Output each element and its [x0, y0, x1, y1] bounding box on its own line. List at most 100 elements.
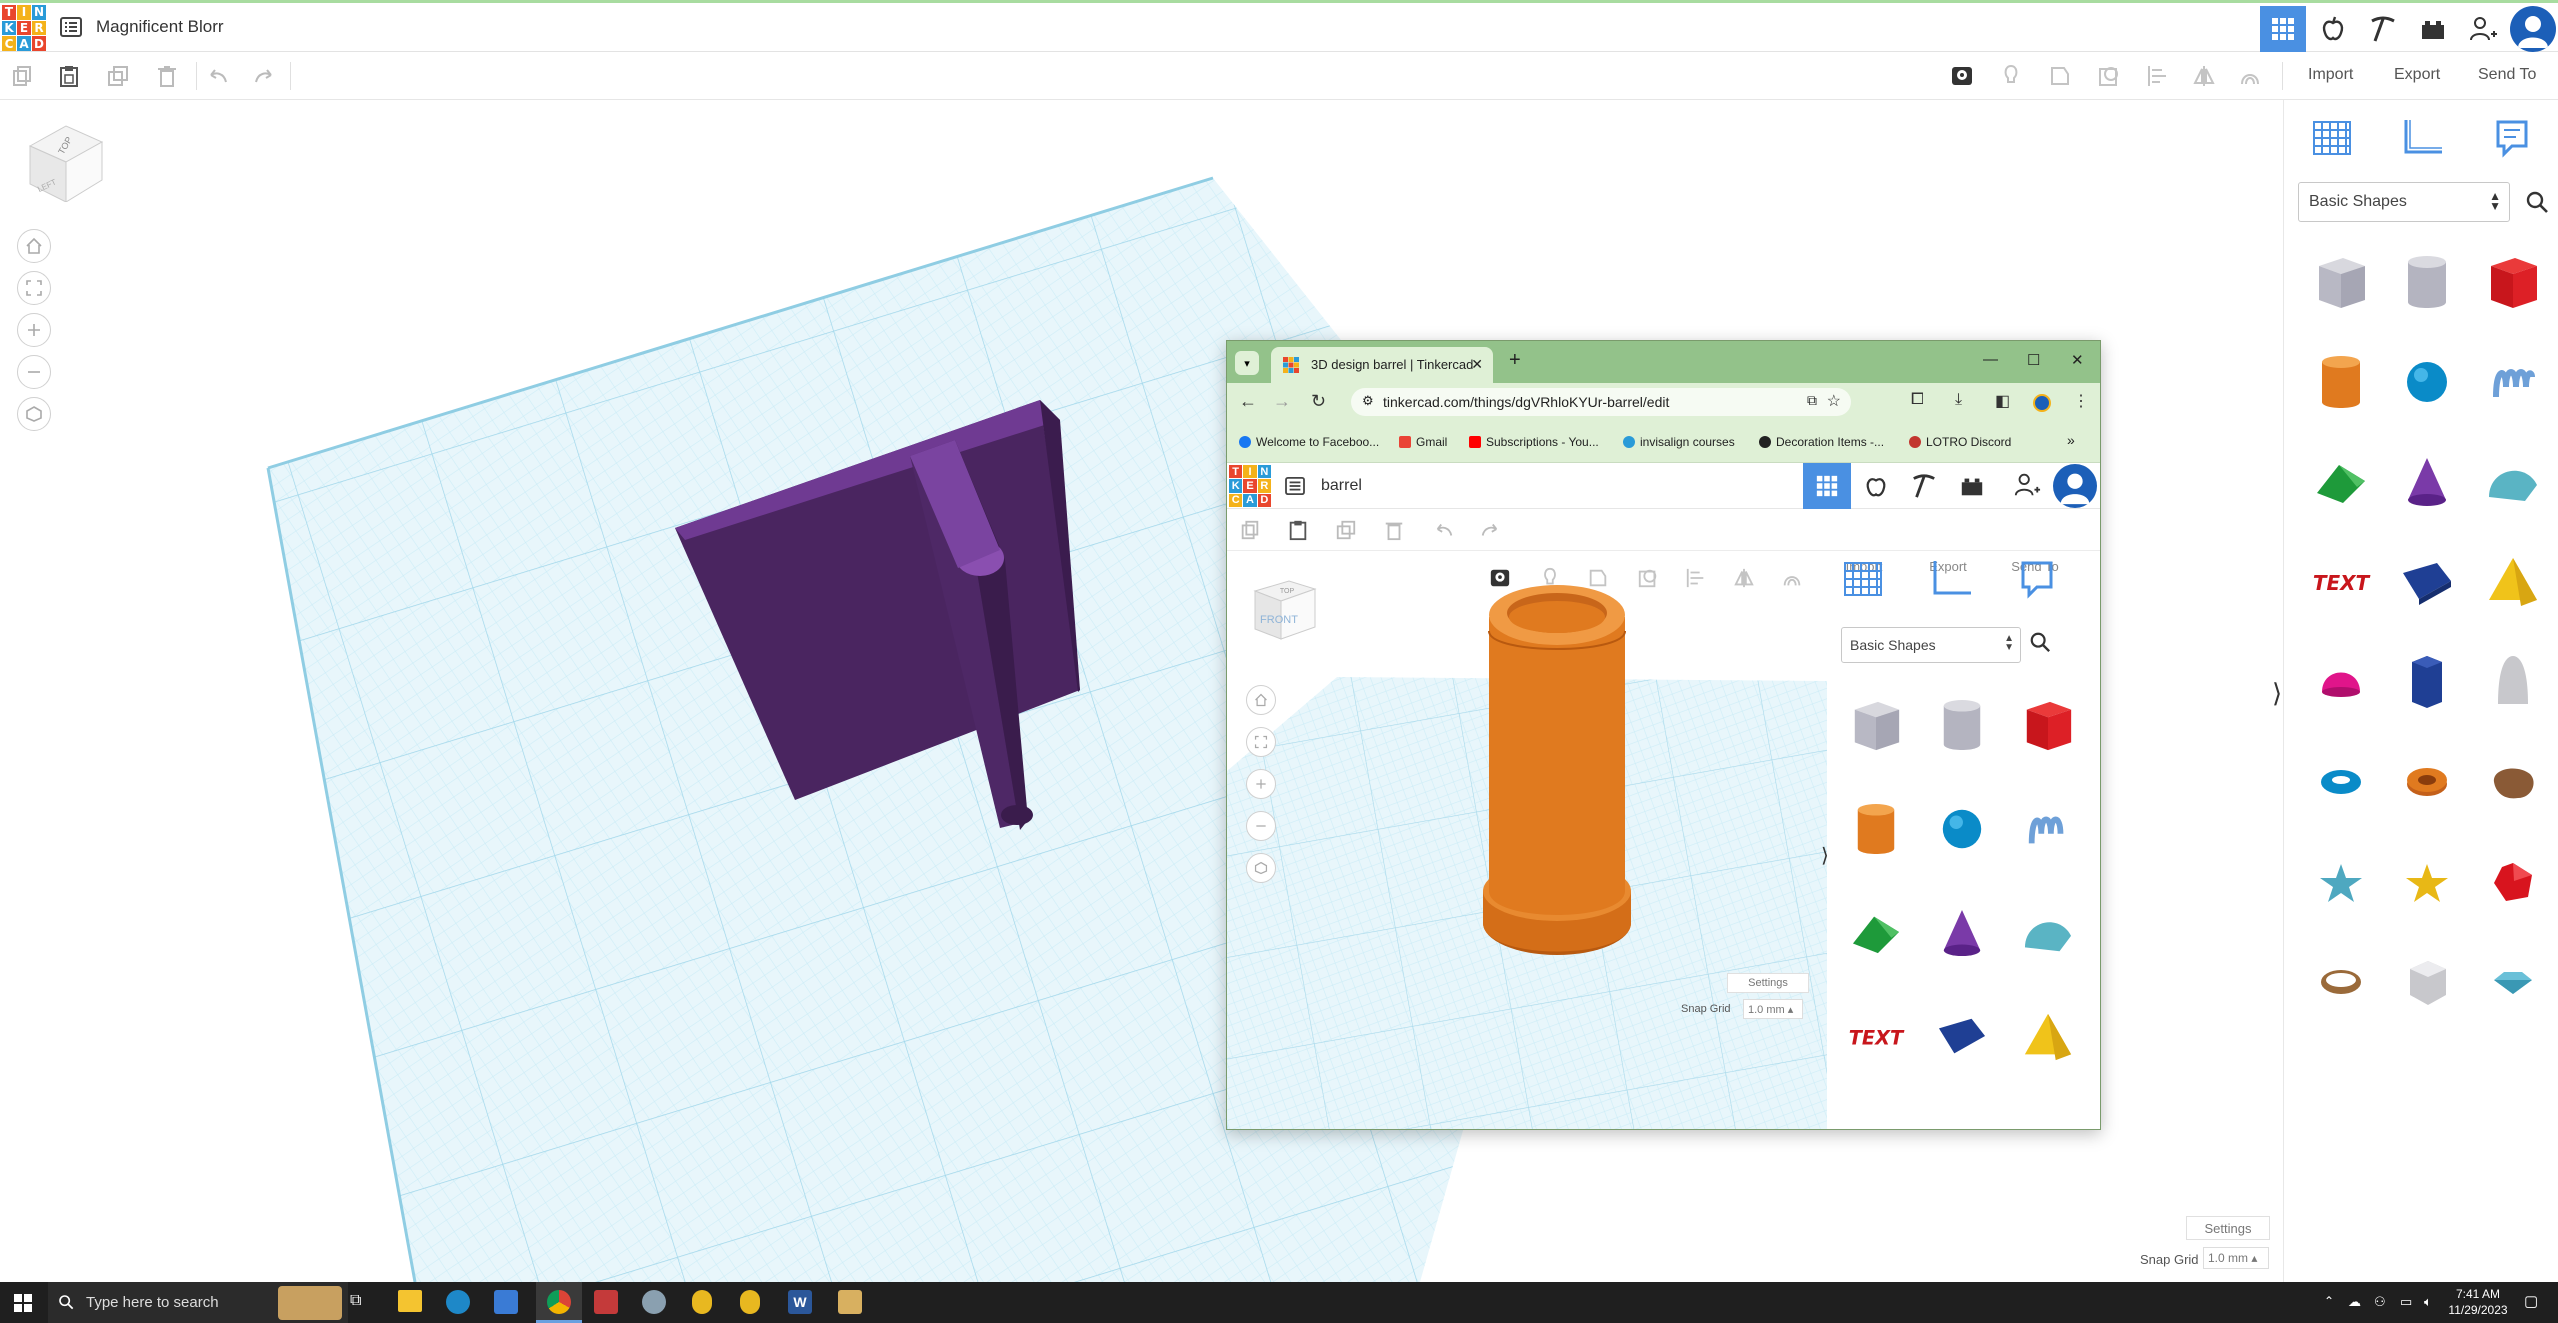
- app-icon-3[interactable]: [692, 1290, 712, 1314]
- shape-sphere[interactable]: [2384, 332, 2470, 432]
- bricks-button[interactable]: [2410, 6, 2456, 52]
- shape-scribble[interactable]: [2470, 332, 2556, 432]
- new-tab-icon[interactable]: +: [1509, 349, 1521, 372]
- export-button[interactable]: Export: [2394, 66, 2440, 84]
- note-icon[interactable]: [1950, 64, 1974, 88]
- embedded-ruler-icon[interactable]: [1929, 559, 1973, 599]
- bookmark-facebook[interactable]: Welcome to Faceboo...: [1239, 435, 1379, 449]
- shape-outline-icon[interactable]: [2048, 64, 2072, 88]
- embedded-perspective-button[interactable]: [1246, 853, 1276, 883]
- embedded-shape-text[interactable]: TEXT: [1833, 985, 1919, 1089]
- embedded-redo-icon[interactable]: [1479, 519, 1501, 541]
- shape-ring[interactable]: [2298, 932, 2384, 1032]
- embedded-home-view-button[interactable]: [1246, 685, 1276, 715]
- tinkercad-logo[interactable]: TIN KER CAD: [2, 5, 46, 51]
- shape-star-gold[interactable]: [2384, 832, 2470, 932]
- embedded-light-bulb-icon[interactable]: [1539, 567, 1561, 589]
- windows-start-icon[interactable]: [14, 1294, 32, 1312]
- embedded-search-icon[interactable]: [2029, 631, 2051, 653]
- shape-organic[interactable]: [2470, 732, 2556, 832]
- shape-pyramid[interactable]: [2470, 532, 2556, 632]
- embedded-align-icon[interactable]: [1685, 567, 1707, 589]
- shape-tube[interactable]: [2384, 732, 2470, 832]
- embedded-delete-icon[interactable]: [1383, 519, 1405, 541]
- extensions-icon[interactable]: ⧠: [1911, 391, 1924, 409]
- shape-cylinder[interactable]: [2298, 332, 2384, 432]
- paste-icon[interactable]: [57, 64, 81, 88]
- embedded-shape-library-select[interactable]: Basic Shapes ▲ ▼: [1841, 627, 2021, 663]
- embedded-shape-box-hole[interactable]: [1833, 673, 1919, 777]
- redo-icon[interactable]: [252, 64, 276, 88]
- embedded-design-list-icon[interactable]: [1285, 477, 1305, 495]
- bookmark-gmail[interactable]: Gmail: [1399, 435, 1447, 449]
- file-explorer-icon[interactable]: [398, 1290, 422, 1312]
- import-button[interactable]: Import: [2308, 66, 2353, 84]
- task-view-icon[interactable]: ⧉: [350, 1292, 361, 1310]
- zoom-in-button[interactable]: [17, 313, 51, 347]
- embedded-cruise-icon[interactable]: [1781, 567, 1803, 589]
- embedded-shape-cone[interactable]: [1919, 881, 2005, 985]
- embedded-duplicate-icon[interactable]: [1335, 519, 1357, 541]
- duplicate-icon[interactable]: [106, 64, 130, 88]
- browser-tab[interactable]: 3D design barrel | Tinkercad ✕: [1271, 347, 1493, 383]
- chrome-taskbar-button[interactable]: [536, 1282, 582, 1323]
- embedded-shape-pyramid[interactable]: [2005, 985, 2091, 1089]
- embedded-3d-view-button[interactable]: [1803, 463, 1851, 509]
- send-to-button[interactable]: Send To: [2478, 66, 2536, 84]
- embedded-user-avatar[interactable]: [2053, 464, 2097, 508]
- shape-search-button[interactable]: [2518, 182, 2556, 222]
- 3d-view-button[interactable]: [2260, 6, 2306, 52]
- shape-cylinder-hole[interactable]: [2384, 232, 2470, 332]
- embedded-shape-cylinder[interactable]: [1833, 777, 1919, 881]
- minimize-icon[interactable]: —: [1983, 351, 1998, 368]
- maximize-icon[interactable]: ☐: [2027, 351, 2040, 369]
- fit-view-button[interactable]: [17, 271, 51, 305]
- word-icon[interactable]: W: [788, 1290, 812, 1314]
- undo-icon[interactable]: [206, 64, 230, 88]
- light-bulb-icon[interactable]: [1999, 64, 2023, 88]
- embedded-workplane-icon[interactable]: [1841, 559, 1885, 599]
- tab-search-icon[interactable]: ▾: [1235, 351, 1259, 375]
- shape-hexagonal-prism[interactable]: [2384, 632, 2470, 732]
- invite-user-button[interactable]: [2460, 6, 2506, 52]
- embedded-settings-button[interactable]: Settings: [1727, 973, 1809, 993]
- embedded-shape-outline-icon[interactable]: [1587, 567, 1609, 589]
- side-panel-icon[interactable]: ◧: [1995, 391, 2010, 411]
- cruise-icon[interactable]: [2238, 64, 2262, 88]
- forward-icon[interactable]: →: [1273, 391, 1291, 412]
- app-icon-2[interactable]: [642, 1290, 666, 1314]
- bookmark-invisalign[interactable]: invisalign courses: [1623, 435, 1735, 449]
- tray-overflow-icon[interactable]: ⌃: [2324, 1294, 2334, 1308]
- embedded-undo-icon[interactable]: [1433, 519, 1455, 541]
- embedded-design-title[interactable]: barrel: [1321, 477, 1362, 495]
- design-title[interactable]: Magnificent Blorr: [96, 17, 224, 37]
- shape-library-select[interactable]: Basic Shapes ▲ ▼: [2298, 182, 2510, 222]
- orange-barrel-shape[interactable]: [1483, 585, 1631, 955]
- bookmark-lotro[interactable]: LOTRO Discord: [1909, 435, 2011, 449]
- notes-tool-button[interactable]: [2486, 112, 2538, 164]
- install-app-icon[interactable]: ⧉: [1807, 392, 1817, 409]
- taskbar-clock[interactable]: 7:41 AM 11/29/2023: [2446, 1286, 2510, 1318]
- delete-icon[interactable]: [155, 64, 179, 88]
- shape-torus[interactable]: [2298, 732, 2384, 832]
- design-list-icon[interactable]: [60, 17, 82, 37]
- embedded-add-user-icon[interactable]: [2013, 471, 2041, 499]
- store-icon[interactable]: [494, 1290, 518, 1314]
- shape-gem-blue[interactable]: [2470, 932, 2556, 1032]
- embedded-shape-scribble[interactable]: [2005, 777, 2091, 881]
- embedded-shape-cylinder-hole[interactable]: [1919, 673, 2005, 777]
- embedded-view-cube[interactable]: TOP FRONT: [1249, 571, 1321, 643]
- mirror-icon[interactable]: [2192, 64, 2216, 88]
- taskbar-search-box[interactable]: Type here to search: [48, 1282, 348, 1323]
- battery-icon[interactable]: ▭: [2400, 1294, 2412, 1310]
- embedded-zoom-in-button[interactable]: [1246, 769, 1276, 799]
- site-info-icon[interactable]: ⚙: [1362, 393, 1374, 409]
- address-bar[interactable]: ⚙ tinkercad.com/things/dgVRhloKYUr-barre…: [1351, 388, 1851, 416]
- embedded-note-icon[interactable]: [1489, 567, 1511, 589]
- embedded-shape-round-roof[interactable]: [2005, 881, 2091, 985]
- embedded-hole-icon[interactable]: [1637, 567, 1659, 589]
- embedded-snap-select[interactable]: 1.0 mm ▴: [1743, 999, 1803, 1019]
- shape-ice-cube[interactable]: [2384, 932, 2470, 1032]
- embedded-note-bubble-icon[interactable]: [2017, 559, 2057, 599]
- embedded-mirror-icon[interactable]: [1733, 567, 1755, 589]
